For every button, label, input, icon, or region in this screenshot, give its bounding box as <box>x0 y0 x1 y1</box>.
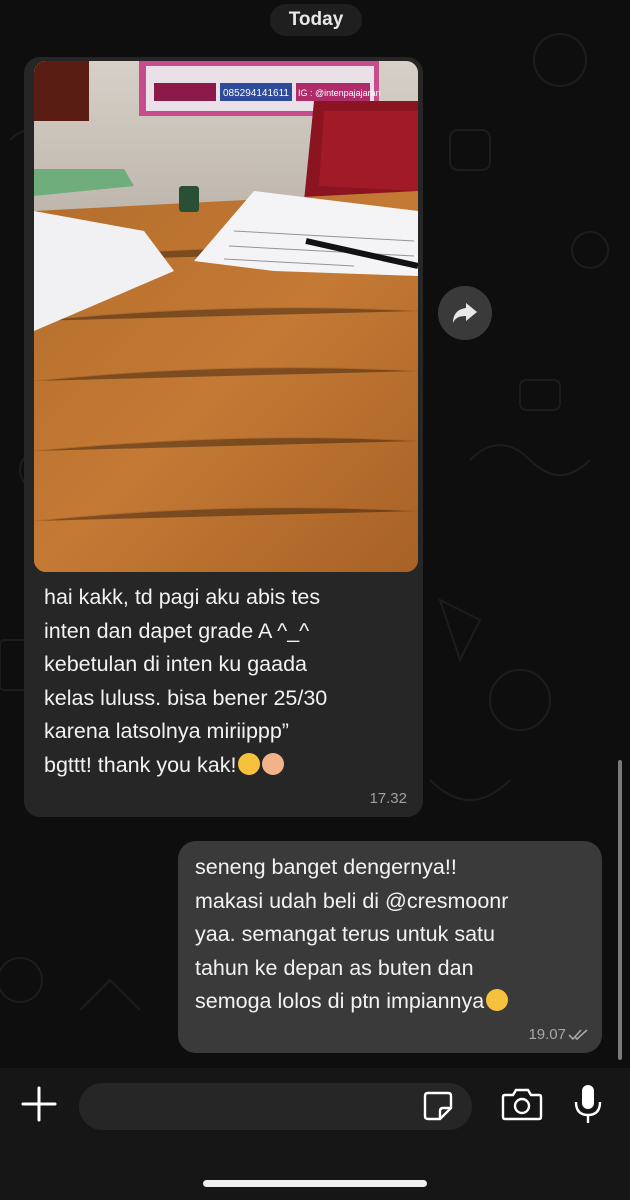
microphone-icon[interactable] <box>573 1083 603 1125</box>
outgoing-text-body: seneng banget dengernya!! makasi udah be… <box>195 855 509 1014</box>
message-photo[interactable]: 085294141611 IG : @intenpajajaran <box>34 61 418 572</box>
partying-face-emoji <box>238 752 261 775</box>
photo-sign-phone: 085294141611 <box>223 88 289 99</box>
scrollbar[interactable] <box>618 760 622 1060</box>
sticker-icon[interactable] <box>422 1090 454 1122</box>
date-label: Today <box>288 9 344 30</box>
outgoing-message-bubble[interactable]: seneng banget dengernya!! makasi udah be… <box>178 841 602 1053</box>
incoming-message-text: hai kakk, td pagi aku abis tes inten dan… <box>44 581 414 783</box>
date-separator: Today <box>270 4 362 36</box>
incoming-timestamp: 17.32 <box>369 790 407 807</box>
incoming-text-body: hai kakk, td pagi aku abis tes inten dan… <box>44 585 328 777</box>
read-ticks-icon <box>568 1029 588 1041</box>
home-indicator[interactable] <box>203 1180 427 1187</box>
plus-icon[interactable] <box>20 1085 58 1123</box>
camera-icon[interactable] <box>501 1086 543 1122</box>
forward-button[interactable] <box>438 286 492 340</box>
forward-icon <box>453 303 477 323</box>
message-input[interactable] <box>79 1083 472 1130</box>
outgoing-message-text: seneng banget dengernya!! makasi udah be… <box>195 851 595 1019</box>
heart-hands-emoji <box>486 989 509 1012</box>
photo-sign-ig: IG : @intenpajajaran <box>298 88 381 98</box>
heart-hands-emoji <box>262 752 285 775</box>
incoming-message-bubble[interactable]: 085294141611 IG : @intenpajajaran hai ka… <box>24 57 423 817</box>
outgoing-timestamp: 19.07 <box>528 1026 566 1043</box>
